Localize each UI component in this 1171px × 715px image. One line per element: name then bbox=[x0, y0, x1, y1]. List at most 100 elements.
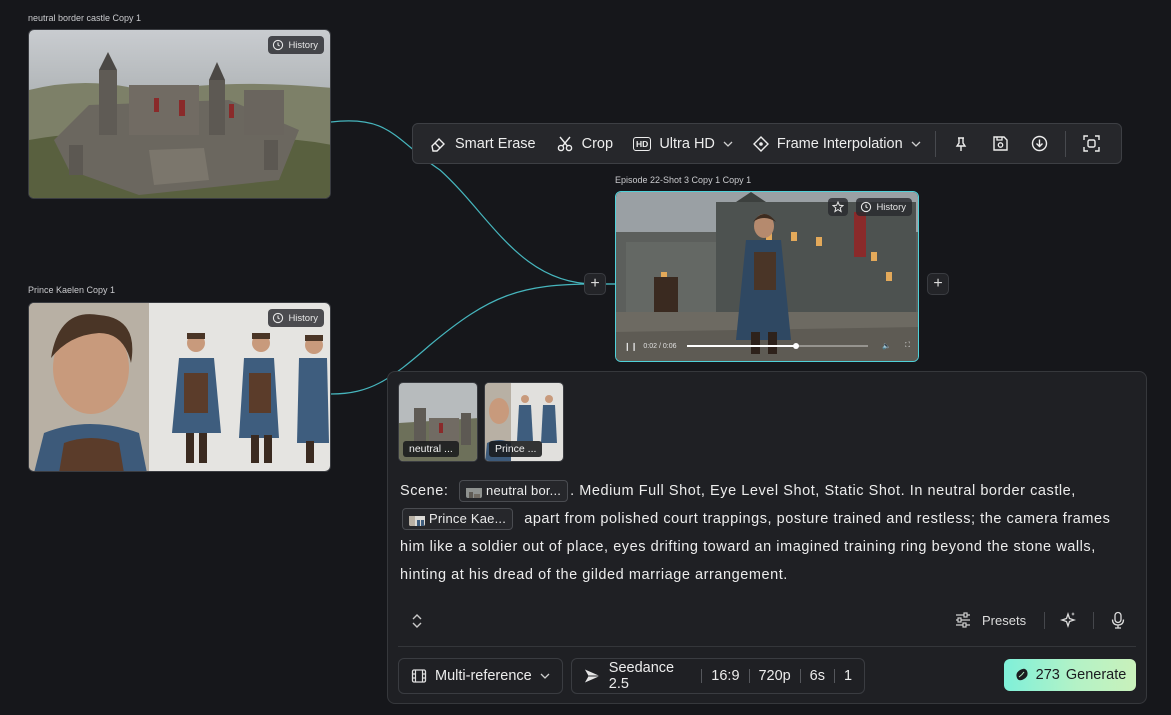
reference-thumb-castle-label: neutral ... bbox=[403, 441, 459, 457]
ultra-hd-label: Ultra HD bbox=[659, 135, 715, 152]
settings-separator bbox=[748, 669, 750, 683]
video-time: 0:02 / 0:06 bbox=[643, 342, 677, 350]
prince-history-label: History bbox=[288, 312, 318, 324]
prince-history-button[interactable]: History bbox=[268, 309, 324, 327]
prompt-text[interactable]: Scene: neutral bor... . Medium Full Shot… bbox=[400, 477, 1132, 589]
scissors-icon bbox=[557, 136, 572, 151]
mode-label: Multi-reference bbox=[435, 668, 532, 684]
voice-input-button[interactable] bbox=[1109, 611, 1127, 634]
prince-chip-thumbnail bbox=[409, 512, 425, 527]
favorite-button[interactable] bbox=[828, 198, 848, 216]
panel-divider bbox=[398, 646, 1136, 647]
settings-separator bbox=[834, 669, 835, 683]
ultra-hd-dropdown[interactable]: HD Ultra HD bbox=[633, 136, 733, 152]
count-label: 1 bbox=[843, 668, 853, 684]
chevron-down-icon bbox=[911, 141, 921, 147]
reference-chip-prince[interactable]: Prince Kae... bbox=[402, 508, 514, 531]
prince-image bbox=[29, 303, 330, 471]
frame-interpolation-dropdown[interactable]: Frame Interpolation bbox=[752, 135, 921, 152]
generate-credits: 273 bbox=[1035, 667, 1060, 683]
add-output-button[interactable]: + bbox=[927, 273, 949, 295]
castle-node-title: neutral border castle Copy 1 bbox=[28, 13, 142, 23]
film-icon bbox=[411, 669, 427, 683]
focus-button[interactable] bbox=[1072, 135, 1111, 152]
presets-label: Presets bbox=[982, 612, 1027, 628]
shot-video-frame bbox=[616, 192, 918, 361]
crop-label: Crop bbox=[581, 135, 614, 152]
volume-icon[interactable]: 🔈 bbox=[882, 342, 891, 350]
microphone-icon bbox=[1111, 611, 1125, 629]
plus-icon: + bbox=[590, 275, 600, 292]
ratio-label: 16:9 bbox=[711, 668, 740, 684]
expand-toggle-button[interactable] bbox=[408, 612, 426, 630]
hd-icon: HD bbox=[633, 136, 652, 151]
video-controls: ❙❙ 0:02 / 0:06 🔈 ⛶ bbox=[624, 339, 910, 353]
shot-history-label: History bbox=[876, 201, 906, 213]
smart-erase-button[interactable]: Smart Erase bbox=[429, 135, 536, 153]
history-icon bbox=[861, 201, 872, 213]
mode-dropdown[interactable]: Multi-reference bbox=[398, 658, 563, 694]
crop-button[interactable]: Crop bbox=[556, 135, 613, 153]
expand-icon bbox=[412, 614, 422, 628]
plus-icon: + bbox=[933, 275, 943, 292]
download-button[interactable] bbox=[1020, 135, 1059, 152]
settings-separator bbox=[701, 669, 703, 683]
download-icon bbox=[1031, 135, 1048, 152]
frame-interpolation-label: Frame Interpolation bbox=[776, 135, 903, 152]
shot-node-title: Episode 22-Shot 3 Copy 1 Copy 1 bbox=[615, 175, 752, 185]
chevron-down-icon bbox=[723, 141, 733, 147]
reference-chip-castle[interactable]: neutral bor... bbox=[459, 480, 569, 503]
prince-node-title: Prince Kaelen Copy 1 bbox=[28, 285, 116, 295]
shot-history-button[interactable]: History bbox=[856, 198, 912, 216]
image-toolbar: Smart Erase Crop HD Ultra HD Frame Inter… bbox=[412, 123, 1122, 164]
save-button[interactable] bbox=[981, 135, 1020, 152]
chevron-down-icon bbox=[540, 673, 550, 679]
castle-history-label: History bbox=[288, 39, 318, 51]
add-input-button[interactable]: + bbox=[584, 273, 606, 295]
castle-image-node[interactable]: History bbox=[28, 29, 331, 199]
settings-separator bbox=[799, 669, 801, 683]
prompt-text-segment-1: . Medium Full Shot, Eye Level Shot, Stat… bbox=[570, 483, 1076, 499]
prince-image-node[interactable]: History bbox=[28, 302, 331, 472]
presets-button[interactable]: Presets bbox=[954, 611, 1026, 629]
generate-label: Generate bbox=[1065, 667, 1127, 683]
sliders-icon bbox=[956, 612, 970, 628]
castle-chip-label: neutral bor... bbox=[486, 483, 562, 499]
reference-thumb-prince[interactable]: Prince ... bbox=[484, 382, 564, 462]
history-icon bbox=[273, 39, 284, 51]
scene-label: Scene: bbox=[400, 483, 449, 499]
frame-interpolation-icon bbox=[752, 135, 769, 152]
resolution-label: 720p bbox=[758, 668, 791, 684]
smart-erase-label: Smart Erase bbox=[455, 135, 536, 152]
castle-image bbox=[29, 30, 330, 198]
toolbar-divider bbox=[1064, 130, 1066, 157]
enhance-prompt-button[interactable] bbox=[1059, 611, 1077, 634]
pin-button[interactable] bbox=[942, 136, 981, 152]
play-pause-icon[interactable]: ❙❙ bbox=[624, 342, 637, 351]
video-progress-fill bbox=[686, 345, 796, 347]
toolbar-divider bbox=[1093, 612, 1094, 629]
shot-video-node[interactable]: History ❙❙ 0:02 / 0:06 🔈 ⛶ bbox=[615, 191, 919, 362]
duration-label: 6s bbox=[809, 668, 825, 684]
reference-thumb-castle[interactable]: neutral ... bbox=[398, 382, 478, 462]
reference-thumb-prince-label: Prince ... bbox=[489, 441, 543, 457]
model-label: Seedance 2.5 bbox=[608, 660, 675, 692]
prince-chip-label: Prince Kae... bbox=[429, 511, 507, 527]
fullscreen-icon[interactable]: ⛶ bbox=[905, 342, 910, 350]
generation-panel: neutral ... Prince ... Scene: neutral bo… bbox=[387, 371, 1147, 704]
generate-button[interactable]: 273 Generate bbox=[1004, 659, 1136, 691]
sparkle-icon bbox=[1059, 611, 1077, 629]
toolbar-divider bbox=[934, 130, 936, 157]
focus-icon bbox=[1083, 135, 1100, 152]
star-icon bbox=[832, 201, 844, 213]
seedance-logo-icon bbox=[584, 669, 600, 683]
video-progress-track[interactable] bbox=[686, 343, 869, 349]
toolbar-divider bbox=[1044, 612, 1045, 629]
video-progress-knob[interactable] bbox=[792, 343, 799, 349]
bean-credit-icon bbox=[1016, 668, 1028, 681]
generation-settings-button[interactable]: Seedance 2.5 16:9 720p 6s 1 bbox=[571, 658, 865, 694]
castle-history-button[interactable]: History bbox=[268, 36, 324, 54]
castle-chip-thumbnail bbox=[466, 484, 483, 499]
eraser-icon bbox=[431, 137, 445, 152]
pin-icon bbox=[955, 136, 967, 151]
